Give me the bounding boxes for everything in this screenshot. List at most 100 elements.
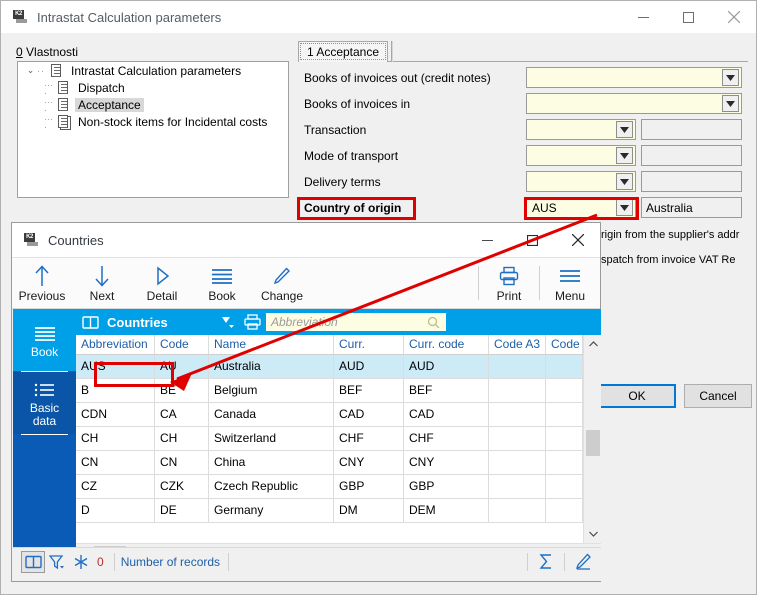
maximize-button[interactable]: [666, 2, 711, 33]
cell-curr: AUD: [334, 355, 404, 378]
field-label: Mode of transport: [304, 149, 399, 163]
tree-connector: …·: [44, 111, 54, 132]
toolbar-previous-button[interactable]: Previous: [12, 258, 72, 308]
countries-toolbar: Previous Next Detail Book Change Print M…: [12, 257, 600, 309]
toolbar-print-button[interactable]: Print: [479, 258, 539, 308]
parameters-tree[interactable]: ⌄ ·· Intrastat Calculation parameters …·…: [17, 61, 289, 198]
cell-curr-code: CNY: [404, 451, 489, 474]
toolbar-book-button[interactable]: Book: [192, 258, 252, 308]
tree-item-acceptance[interactable]: …· Acceptance: [18, 95, 288, 115]
cell-curr: BEF: [334, 379, 404, 402]
column-header-code[interactable]: Code: [155, 335, 209, 354]
magnifier-icon[interactable]: [427, 316, 440, 329]
delivery-terms-combo[interactable]: [526, 171, 636, 192]
table-row[interactable]: B BE Belgium BEF BEF: [76, 379, 583, 403]
tree-item-non-stock-items[interactable]: …· Non-stock items for Incidental costs: [18, 111, 288, 132]
scroll-up-icon[interactable]: [584, 335, 602, 353]
status-edit-button[interactable]: [571, 551, 595, 573]
toolbar-next-button[interactable]: Next: [72, 258, 132, 308]
cell-code: CZK: [155, 475, 209, 498]
chevron-down-icon[interactable]: [722, 69, 739, 86]
minimize-button[interactable]: [621, 2, 666, 33]
grid-printer-icon[interactable]: [242, 311, 264, 333]
cell-code-a3: [489, 427, 546, 450]
toolbar-menu-button[interactable]: Menu: [540, 258, 600, 308]
countries-bottom-edge: [13, 575, 601, 581]
toolbar-item-label: Change: [260, 289, 304, 303]
column-header-code-a3[interactable]: Code A3: [489, 335, 546, 354]
countries-minimize-button[interactable]: [465, 225, 510, 256]
books-invoices-in-combo[interactable]: [526, 93, 742, 114]
table-row[interactable]: CZ CZK Czech Republic GBP GBP: [76, 475, 583, 499]
tab-acceptance[interactable]: 1 Acceptance: [298, 41, 388, 62]
countries-maximize-button[interactable]: [510, 225, 555, 256]
chevron-down-icon[interactable]: [616, 173, 633, 190]
scroll-down-icon[interactable]: [584, 525, 602, 543]
chevron-down-icon[interactable]: [722, 95, 739, 112]
cell-name: China: [209, 451, 334, 474]
properties-accesskey: 0: [16, 45, 23, 59]
search-input[interactable]: Abbreviation: [266, 313, 446, 331]
table-row[interactable]: CH CH Switzerland CHF CHF: [76, 427, 583, 451]
cell-curr: DM: [334, 499, 404, 522]
tree-item-label: Acceptance: [75, 97, 144, 112]
countries-close-button[interactable]: [555, 225, 600, 256]
field-value: AUS: [532, 201, 557, 215]
close-button[interactable]: [711, 2, 756, 33]
scroll-thumb[interactable]: [586, 430, 600, 456]
tree-item-label: Non-stock items for Incidental costs: [78, 114, 268, 129]
toolbar-item-label: Previous: [18, 289, 66, 303]
lines-icon: [211, 263, 233, 289]
cell-code-a3: [489, 451, 546, 474]
column-header-name[interactable]: Name: [209, 335, 334, 354]
grid-vertical-scrollbar[interactable]: [583, 335, 601, 543]
record-count: 0: [97, 554, 104, 569]
status-sum-button[interactable]: [534, 551, 558, 573]
status-filter-button[interactable]: [45, 551, 69, 573]
lines-icon: [34, 322, 56, 346]
toolbar-item-label: Detail: [146, 289, 178, 303]
books-invoices-out-combo[interactable]: [526, 67, 742, 88]
form-row-books-invoices-out: Books of invoices out (credit notes): [298, 67, 750, 93]
form-row-delivery-terms: Delivery terms: [298, 171, 750, 197]
column-header-code2[interactable]: Code: [546, 335, 583, 354]
table-row[interactable]: D DE Germany DM DEM: [76, 499, 583, 523]
transaction-combo[interactable]: [526, 119, 636, 140]
chevron-down-icon[interactable]: [616, 147, 633, 164]
column-header-abbreviation[interactable]: Abbreviation: [76, 335, 155, 354]
acceptance-form: Books of invoices out (credit notes) Boo…: [298, 67, 750, 223]
cell-name: Germany: [209, 499, 334, 522]
mode-of-transport-combo[interactable]: [526, 145, 636, 166]
status-book-button[interactable]: [21, 550, 45, 573]
table-row[interactable]: CN CN China CNY CNY: [76, 451, 583, 475]
cell-name: Czech Republic: [209, 475, 334, 498]
arrow-up-icon: [33, 263, 51, 289]
tree-item-root[interactable]: ⌄ ·· Intrastat Calculation parameters: [18, 62, 288, 79]
chevron-down-icon[interactable]: [616, 199, 633, 216]
search-placeholder: Abbreviation: [271, 315, 338, 329]
sidebar-item-basic-data[interactable]: Basic data: [13, 372, 76, 434]
cell-abbreviation: AUS: [76, 355, 155, 378]
tree-item-dispatch[interactable]: …· Dispatch: [18, 78, 288, 98]
country-of-origin-combo[interactable]: AUS: [526, 197, 636, 218]
chevron-down-icon[interactable]: ⌄: [24, 64, 37, 77]
status-divider: [113, 552, 115, 571]
chevron-down-icon[interactable]: [616, 121, 633, 138]
field-label: Transaction: [304, 123, 367, 137]
form-right-edge: [746, 67, 756, 377]
toolbar-detail-button[interactable]: Detail: [132, 258, 192, 308]
sort-filter-icon[interactable]: [220, 315, 236, 329]
column-header-curr[interactable]: Curr.: [334, 335, 404, 354]
status-snowflake-button[interactable]: [69, 551, 93, 573]
table-row[interactable]: CDN CA Canada CAD CAD: [76, 403, 583, 427]
cell-curr: GBP: [334, 475, 404, 498]
mode-of-transport-description: [641, 145, 742, 166]
tab-strip-divider: [391, 41, 393, 62]
ok-button[interactable]: OK: [598, 384, 676, 408]
sidebar-item-book[interactable]: Book: [13, 309, 76, 371]
printer-icon: [498, 263, 520, 289]
column-header-curr-code[interactable]: Curr. code: [404, 335, 489, 354]
table-row[interactable]: AUS AU Australia AUD AUD: [76, 355, 583, 379]
cancel-button[interactable]: Cancel: [684, 384, 752, 408]
toolbar-change-button[interactable]: Change: [252, 258, 312, 308]
